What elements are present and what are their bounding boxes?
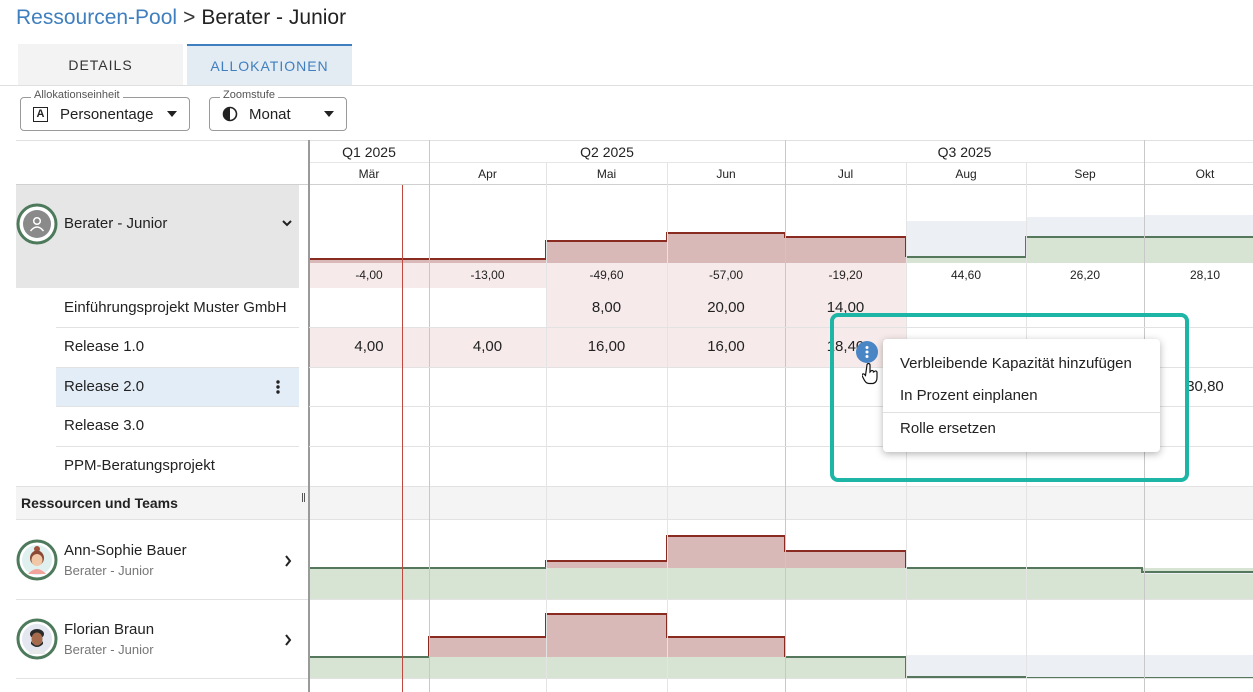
avatar xyxy=(16,539,58,581)
page-title: Berater - Junior xyxy=(201,6,347,29)
row-divider xyxy=(56,367,299,368)
menu-item-add-remaining-capacity[interactable]: Verbleibende Kapazität hinzufügen xyxy=(883,355,1160,372)
role-avatar xyxy=(16,203,58,245)
row-divider xyxy=(56,446,299,447)
allocation-cell[interactable]: 16,00 xyxy=(546,338,667,355)
zoom-level-label: Zoomstufe xyxy=(220,89,278,101)
role-balance-value: 28,10 xyxy=(1189,268,1221,282)
section-header xyxy=(16,486,1253,520)
section-title: Ressourcen und Teams xyxy=(21,495,178,511)
month-header: Okt xyxy=(1195,167,1215,181)
allocation-cell[interactable]: 4,00 xyxy=(429,338,546,355)
month-header: Aug xyxy=(955,167,977,181)
grid-line xyxy=(785,140,786,692)
chevron-down-icon xyxy=(324,111,334,117)
breadcrumb-separator: > xyxy=(183,6,196,29)
role-balance-value: -49,60 xyxy=(589,268,624,282)
grid-line xyxy=(429,140,430,692)
resource-role: Berater - Junior xyxy=(64,563,154,578)
grid-line xyxy=(667,162,668,692)
allocation-cell[interactable]: 8,00 xyxy=(546,299,667,316)
role-balance-value: -19,20 xyxy=(828,268,863,282)
more-vert-icon[interactable] xyxy=(274,378,282,401)
allocation-cell[interactable]: 4,00 xyxy=(309,338,429,355)
zoom-icon xyxy=(222,106,238,122)
breadcrumb: Ressourcen-Pool > Berater - Junior xyxy=(16,6,346,30)
context-menu: Verbleibende Kapazität hinzufügen In Pro… xyxy=(883,339,1160,452)
project-row-label[interactable]: Release 3.0 xyxy=(64,417,144,434)
month-header: Apr xyxy=(478,167,497,181)
allocation-unit-value: Personentage xyxy=(60,105,154,123)
tab-details[interactable]: DETAILS xyxy=(18,44,183,85)
project-row-label[interactable]: Release 2.0 xyxy=(64,378,144,395)
resource-name[interactable]: Ann-Sophie Bauer xyxy=(64,542,187,559)
zoom-level-value: Monat xyxy=(249,105,291,123)
tab-divider xyxy=(0,85,1253,86)
grid-line xyxy=(546,162,547,692)
quarter-header: Q2 2025 xyxy=(580,144,634,160)
menu-divider xyxy=(883,412,1160,413)
breadcrumb-parent-link[interactable]: Ressourcen-Pool xyxy=(16,6,177,29)
zoom-level-select[interactable]: Zoomstufe Monat xyxy=(209,89,347,131)
chevron-down-icon[interactable] xyxy=(280,216,294,235)
cell-menu-button[interactable] xyxy=(856,341,878,363)
month-header: Mai xyxy=(596,167,617,181)
resource-role: Berater - Junior xyxy=(64,642,154,657)
role-balance-value: 44,60 xyxy=(950,268,982,282)
chevron-right-icon[interactable] xyxy=(283,633,293,652)
tab-allocations[interactable]: ALLOKATIONEN xyxy=(187,44,352,85)
role-balance-value: -13,00 xyxy=(470,268,505,282)
grid-top-border xyxy=(16,140,1253,141)
month-header: Mär xyxy=(358,167,380,181)
role-row[interactable] xyxy=(16,185,299,288)
chevron-down-icon xyxy=(167,111,177,117)
quarter-header: Q1 2025 xyxy=(342,144,396,160)
row-divider xyxy=(56,406,299,407)
row-divider xyxy=(56,327,299,328)
pointer-cursor-icon xyxy=(861,362,880,390)
allocation-unit-label: Allokationseinheit xyxy=(31,89,123,101)
row-divider xyxy=(16,678,1253,679)
letter-a-icon: A xyxy=(33,106,48,122)
role-balance-value: 26,20 xyxy=(1069,268,1101,282)
allocation-cell[interactable]: 16,00 xyxy=(667,338,785,355)
resource-capacity-chart xyxy=(309,613,1253,678)
quarter-header: Q3 2025 xyxy=(937,144,992,160)
resize-handle-icon[interactable] xyxy=(302,493,305,502)
menu-item-plan-in-percent[interactable]: In Prozent einplanen xyxy=(883,387,1160,404)
month-header: Jul xyxy=(837,167,854,181)
allocation-cell[interactable]: 20,00 xyxy=(667,299,785,316)
panel-divider xyxy=(308,140,310,692)
resource-capacity-chart xyxy=(309,535,1253,599)
avatar xyxy=(16,618,58,660)
role-balance-value: -4,00 xyxy=(355,268,383,282)
project-row-label[interactable]: PPM-Beratungsprojekt xyxy=(64,457,215,474)
project-row-label[interactable]: Release 1.0 xyxy=(64,338,144,355)
month-header: Jun xyxy=(716,167,736,181)
header-divider xyxy=(309,162,1253,163)
project-row-label[interactable]: Einführungsprojekt Muster GmbH xyxy=(64,299,287,316)
month-header: Sep xyxy=(1074,167,1096,181)
chevron-right-icon[interactable] xyxy=(283,554,293,573)
allocation-unit-select[interactable]: Allokationseinheit A Personentage xyxy=(20,89,190,131)
role-balance-value: -57,00 xyxy=(708,268,744,282)
menu-item-replace-role[interactable]: Rolle ersetzen xyxy=(883,420,1160,437)
resource-name[interactable]: Florian Braun xyxy=(64,621,154,638)
today-marker xyxy=(402,185,403,692)
role-name: Berater - Junior xyxy=(64,215,168,232)
